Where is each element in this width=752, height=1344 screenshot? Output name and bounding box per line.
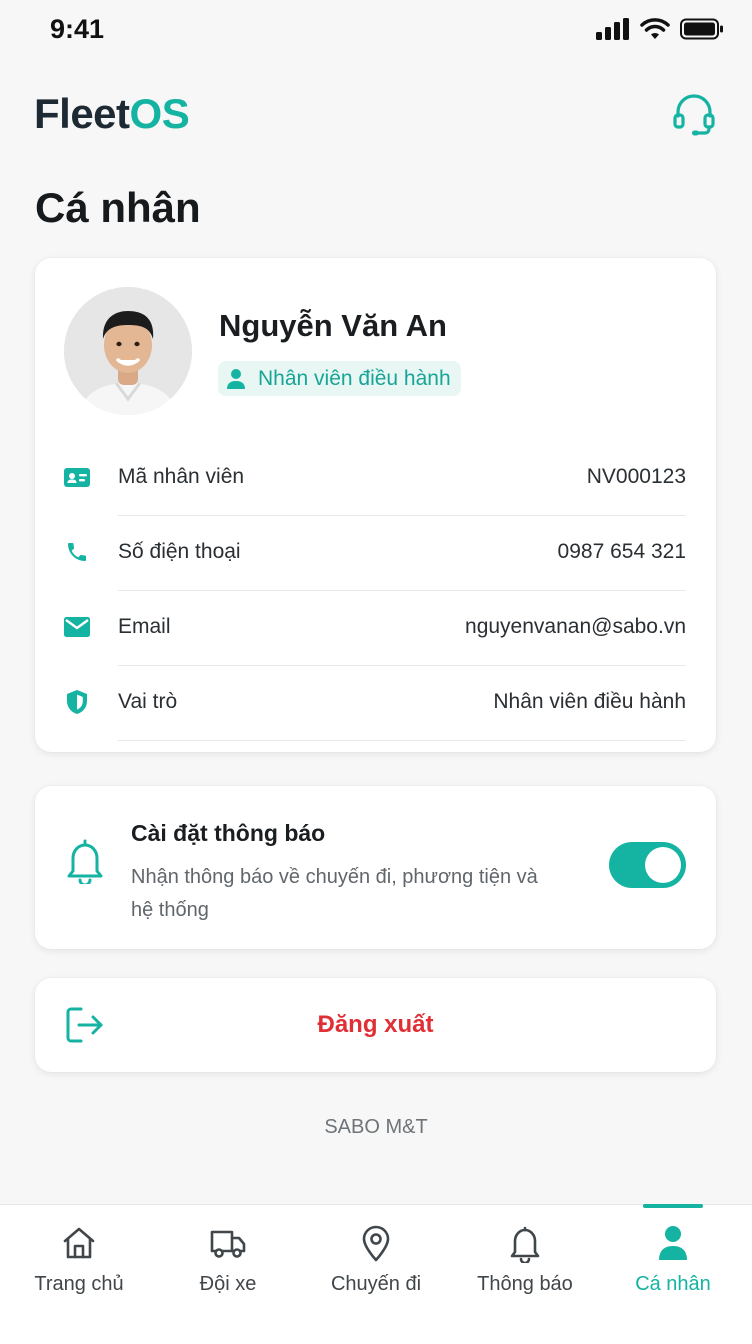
info-label: Mã nhân viên xyxy=(118,465,245,488)
info-value: 0987 654 321 xyxy=(557,540,686,563)
nav-label: Cá nhân xyxy=(635,1273,711,1295)
active-indicator xyxy=(643,1204,703,1208)
page-title: Cá nhân xyxy=(35,184,201,231)
info-row-employee-id: Mã nhân viên NV000123 xyxy=(35,441,716,516)
support-button[interactable] xyxy=(670,90,718,138)
nav-item-home[interactable]: Trang chủ xyxy=(4,1205,154,1315)
home-icon xyxy=(63,1227,95,1259)
info-value: nguyenvanan@sabo.vn xyxy=(465,615,686,638)
status-icons xyxy=(596,18,724,40)
info-row-phone: Số điện thoại 0987 654 321 xyxy=(35,516,716,591)
battery-icon xyxy=(680,18,723,40)
role-badge: Nhân viên điều hành xyxy=(218,361,461,396)
shield-icon xyxy=(67,690,87,714)
mail-icon xyxy=(64,617,90,637)
signal-icon xyxy=(596,18,629,40)
id-card-icon xyxy=(64,468,90,487)
info-label: Số điện thoại xyxy=(118,540,241,563)
toggle-knob xyxy=(645,847,681,883)
status-bar: 9:41 xyxy=(0,0,752,60)
app-header: FleetOS xyxy=(34,88,718,144)
notification-settings-title: Cài đặt thông báo xyxy=(131,820,326,846)
map-pin-icon xyxy=(362,1225,390,1262)
nav-label: Đội xe xyxy=(199,1273,257,1295)
app-logo: FleetOS xyxy=(34,88,190,140)
notification-settings-card: Cài đặt thông báo Nhận thông báo về chuy… xyxy=(35,786,716,949)
wifi-icon xyxy=(640,18,670,39)
logo-os: OS xyxy=(129,90,190,137)
bottom-navigation: Trang chủ Đội xe Chuyến đi Thông báo Cá … xyxy=(0,1204,752,1344)
info-label: Email xyxy=(118,615,171,638)
bell-icon xyxy=(510,1226,540,1263)
bell-icon xyxy=(67,839,103,887)
phone-icon xyxy=(68,543,86,561)
profile-name: Nguyễn Văn An xyxy=(219,308,447,343)
info-row-email: Email nguyenvanan@sabo.vn xyxy=(35,591,716,666)
info-value: NV000123 xyxy=(586,465,686,488)
status-time: 9:41 xyxy=(50,14,105,44)
logo-fleet: Fleet xyxy=(34,90,130,137)
user-icon xyxy=(659,1226,687,1260)
nav-label: Trang chủ xyxy=(34,1273,124,1295)
nav-label: Thông báo xyxy=(477,1273,573,1295)
avatar xyxy=(64,287,192,415)
notification-toggle[interactable] xyxy=(609,842,686,888)
nav-item-trips[interactable]: Chuyến đi xyxy=(301,1205,451,1315)
logout-button[interactable]: Đăng xuất xyxy=(35,978,716,1072)
notification-settings-description: Nhận thông báo về chuyến đi, phương tiện… xyxy=(131,866,538,921)
user-badge-icon xyxy=(227,368,245,389)
nav-item-notifications[interactable]: Thông báo xyxy=(450,1205,600,1315)
logout-label: Đăng xuất xyxy=(317,1011,434,1038)
footer-brand: SABO M&T xyxy=(324,1116,428,1138)
nav-item-fleet[interactable]: Đội xe xyxy=(153,1205,303,1315)
profile-card: Nguyễn Văn An Nhân viên điều hành Mã nhâ… xyxy=(35,258,716,752)
nav-item-profile[interactable]: Cá nhân xyxy=(598,1204,748,1315)
headset-icon xyxy=(673,94,715,136)
info-value: Nhân viên điều hành xyxy=(493,690,686,713)
truck-icon xyxy=(210,1230,246,1258)
divider xyxy=(118,740,686,741)
info-row-role: Vai trò Nhân viên điều hành xyxy=(35,666,716,741)
nav-label: Chuyến đi xyxy=(330,1273,422,1295)
info-label: Vai trò xyxy=(118,690,178,713)
role-badge-label: Nhân viên điều hành xyxy=(258,366,451,390)
